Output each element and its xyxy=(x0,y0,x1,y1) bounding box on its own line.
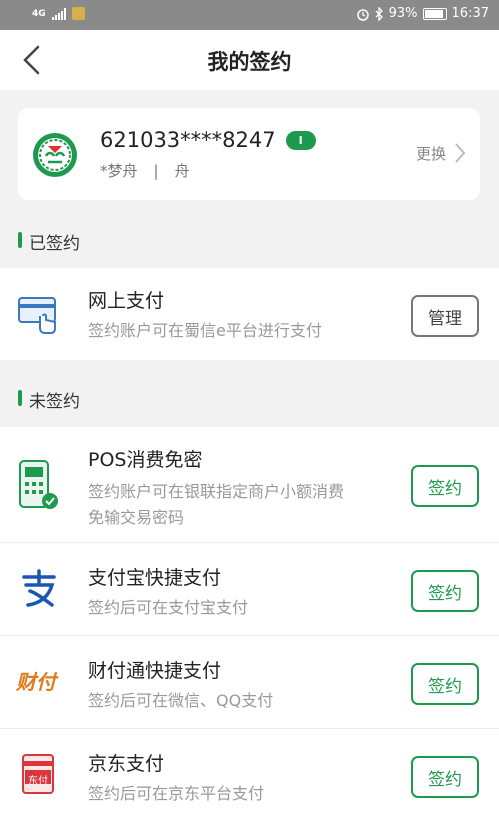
status-bar: 4G 93% 16:37 xyxy=(0,0,499,30)
item-name: 京东支付 xyxy=(88,753,165,775)
account-type-badge: I xyxy=(285,130,316,150)
status-left: 4G xyxy=(32,7,85,20)
item-desc: 签约后可在支付宝支付 xyxy=(88,598,249,617)
item-name: 财付通快捷支付 xyxy=(88,660,222,682)
item-desc: 签约后可在京东平台支付 xyxy=(88,784,265,803)
item-desc-line2: 免输交易密码 xyxy=(88,508,185,527)
clock: 16:37 xyxy=(451,6,489,21)
top-bar: 我的签约 xyxy=(0,30,499,90)
alarm-icon xyxy=(356,8,369,21)
sign-button-tenpay[interactable]: 签约 xyxy=(411,663,479,705)
change-account-button[interactable]: 更换 xyxy=(416,142,466,164)
signed-section-title: 已签约 xyxy=(29,234,80,254)
chevron-right-icon xyxy=(455,143,466,163)
tenpay-icon: 财付 xyxy=(16,670,56,694)
manage-button[interactable]: 管理 xyxy=(411,295,479,337)
network-label: 4G xyxy=(32,8,46,19)
alipay-icon xyxy=(22,569,56,607)
section-marker xyxy=(18,232,22,248)
holder-name-left: *梦舟 xyxy=(100,162,138,180)
change-label: 更换 xyxy=(415,144,446,163)
list-item-pos[interactable]: POS消费免密 签约账户可在银联指定商户小额消费 免输交易密码 签约 xyxy=(0,427,499,542)
list-item-online-payment[interactable]: 网上支付 签约账户可在蜀信e平台进行支付 管理 xyxy=(0,268,499,360)
unsigned-section-title: 未签约 xyxy=(29,392,80,412)
item-name: 支付宝快捷支付 xyxy=(88,567,222,589)
pos-terminal-icon xyxy=(19,460,58,509)
item-desc: 签约后可在微信、QQ支付 xyxy=(88,691,274,710)
battery-percent: 93% xyxy=(388,6,418,21)
signal-icon xyxy=(51,7,66,20)
bank-logo-icon xyxy=(33,133,77,177)
page-title: 我的签约 xyxy=(207,50,292,74)
item-desc: 签约账户可在蜀信e平台进行支付 xyxy=(88,321,322,340)
name-separator: | xyxy=(153,162,159,180)
battery-icon xyxy=(422,7,447,20)
list-item-alipay[interactable]: 支付宝快捷支付 签约后可在支付宝支付 签约 xyxy=(0,543,499,635)
item-name: POS消费免密 xyxy=(88,449,203,471)
card-payment-icon xyxy=(18,297,56,334)
item-name: 网上支付 xyxy=(88,290,165,312)
sign-button-pos[interactable]: 签约 xyxy=(411,465,479,507)
unsigned-section-header: 未签约 xyxy=(0,378,499,418)
list-item-tenpay[interactable]: 财付 财付通快捷支付 签约后可在微信、QQ支付 签约 xyxy=(0,636,499,728)
bluetooth-icon xyxy=(375,6,383,21)
account-holder: *梦舟 | 舟 xyxy=(100,160,190,181)
jd-icon-text: 东付 xyxy=(28,776,48,787)
section-marker xyxy=(18,390,22,406)
list-item-jd[interactable]: 东付 京东支付 签约后可在京东平台支付 签约 xyxy=(0,729,499,821)
status-right: 93% 16:37 xyxy=(356,6,489,21)
app-notification-icon xyxy=(71,7,85,20)
account-number-row: 621033****8247 I xyxy=(100,128,316,152)
account-number: 621033****8247 xyxy=(100,128,276,152)
item-desc: 签约账户可在银联指定商户小额消费 xyxy=(88,482,345,501)
account-card[interactable]: 621033****8247 I *梦舟 | 舟 更换 xyxy=(18,108,480,200)
sign-button-alipay[interactable]: 签约 xyxy=(411,570,479,612)
holder-name-right: 舟 xyxy=(174,162,190,180)
signed-section-header: 已签约 xyxy=(0,220,499,260)
sign-button-jd[interactable]: 签约 xyxy=(411,756,479,798)
